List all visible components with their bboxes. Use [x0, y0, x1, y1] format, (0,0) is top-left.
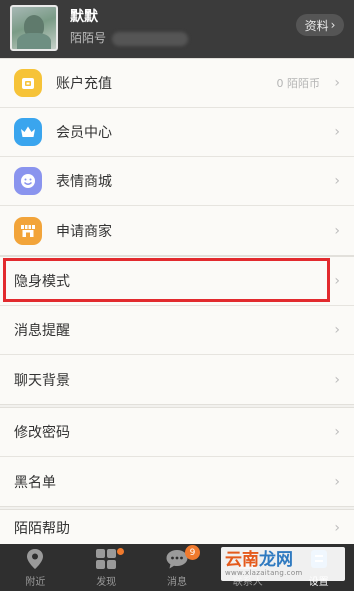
profile-header[interactable]: 默默 陌陌号 资料 ›	[0, 0, 354, 58]
menu-item-stealth-mode[interactable]: 隐身模式 ›	[0, 257, 354, 306]
chevron-right-icon: ›	[334, 124, 340, 140]
menu-item-recharge[interactable]: 账户充值 0 陌陌币 ›	[0, 59, 354, 108]
grid-icon	[96, 549, 117, 569]
chevron-right-icon: ›	[334, 173, 340, 189]
account-menu-group: 账户充值 0 陌陌币 › 会员中心 › 表情商城 › 申请商家 ›	[0, 58, 354, 256]
profile-button[interactable]: 资料 ›	[296, 14, 344, 36]
chevron-right-icon: ›	[334, 222, 340, 239]
menu-item-label: 隐身模式	[14, 274, 70, 290]
menu-item-blacklist[interactable]: 黑名单 ›	[0, 457, 354, 506]
location-pin-icon	[27, 549, 44, 569]
site-watermark: 云南龙网 www.xlazaitang.com	[221, 547, 345, 581]
help-menu-group: 陌陌帮助 ›	[0, 509, 354, 545]
watermark-url: www.xlazaitang.com	[225, 569, 303, 577]
shop-icon	[14, 216, 42, 245]
menu-item-label: 消息提醒	[14, 323, 70, 339]
chevron-right-icon: ›	[334, 519, 340, 536]
menu-item-sticker-store[interactable]: 表情商城 ›	[0, 157, 354, 206]
watermark-logo-text: 云南龙网	[225, 550, 293, 570]
menu-item-label: 账户充值	[56, 76, 112, 92]
menu-item-label: 聊天背景	[14, 372, 70, 389]
tab-label: 发现	[96, 577, 117, 588]
smiley-icon	[14, 167, 42, 195]
security-menu-group: 修改密码 › 黑名单 ›	[0, 407, 354, 507]
menu-item-apply-merchant[interactable]: 申请商家 ›	[0, 206, 354, 255]
privacy-menu-group: 隐身模式 › 消息提醒 › 聊天背景 ›	[0, 256, 354, 405]
unread-count-badge: 9	[184, 545, 200, 560]
momo-id-value-redacted	[112, 32, 188, 46]
chevron-right-icon: ›	[334, 322, 340, 338]
menu-item-label: 申请商家	[56, 223, 112, 240]
menu-item-label: 修改密码	[14, 425, 70, 441]
avatar[interactable]	[10, 5, 58, 51]
notification-dot	[117, 548, 125, 555]
menu-item-label: 表情商城	[56, 174, 112, 190]
tab-label: 消息	[166, 577, 187, 588]
tab-discover[interactable]: 发现	[71, 544, 142, 591]
chevron-right-icon: ›	[334, 75, 340, 91]
tab-messages[interactable]: 9 消息	[142, 544, 213, 591]
chevron-right-icon: ›	[334, 371, 340, 388]
chevron-right-icon: ›	[330, 18, 336, 32]
menu-item-message-notifications[interactable]: 消息提醒 ›	[0, 306, 354, 355]
menu-item-chat-background[interactable]: 聊天背景 ›	[0, 355, 354, 404]
menu-item-label: 黑名单	[14, 474, 56, 491]
momo-id-label: 陌陌号	[70, 31, 107, 45]
menu-item-help[interactable]: 陌陌帮助 ›	[0, 510, 354, 545]
chevron-right-icon: ›	[334, 424, 340, 440]
crown-icon	[14, 118, 42, 146]
profile-button-label: 资料	[304, 18, 329, 33]
tab-label: 附近	[25, 577, 46, 588]
momo-coin-balance: 0 陌陌币	[276, 77, 321, 90]
menu-item-label: 陌陌帮助	[14, 520, 70, 537]
tab-nearby[interactable]: 附近	[0, 544, 71, 591]
chevron-right-icon: ›	[334, 473, 340, 490]
menu-item-change-password[interactable]: 修改密码 ›	[0, 408, 354, 457]
menu-item-vip-center[interactable]: 会员中心 ›	[0, 108, 354, 157]
chevron-right-icon: ›	[334, 273, 340, 289]
username: 默默	[70, 9, 98, 25]
wallet-icon	[14, 69, 42, 97]
menu-item-label: 会员中心	[56, 125, 112, 141]
